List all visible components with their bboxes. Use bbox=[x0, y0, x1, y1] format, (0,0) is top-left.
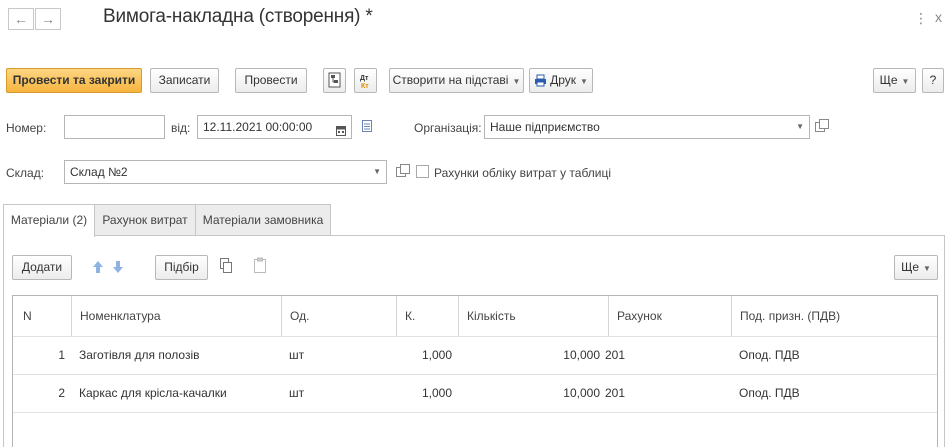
table-row[interactable]: 2 Каркас для крісла-качалки шт 1,000 10,… bbox=[13, 374, 937, 412]
column-header-n[interactable]: N bbox=[13, 296, 71, 336]
materials-table: N Номенклатура Од. К. Кількість Рахунок … bbox=[12, 295, 938, 447]
table-more-button[interactable]: Ще ▼ bbox=[894, 255, 938, 280]
chevron-down-icon: ▼ bbox=[923, 264, 931, 273]
dropdown-arrow-icon[interactable]: ▼ bbox=[796, 116, 804, 138]
organization-field[interactable]: Наше підприємство ▼ bbox=[484, 115, 810, 139]
pick-button[interactable]: Підбір bbox=[155, 255, 208, 280]
table-empty-row bbox=[13, 412, 937, 447]
tab-cost-account[interactable]: Рахунок витрат bbox=[94, 204, 196, 236]
create-based-on-button[interactable]: Створити на підставі ▼ bbox=[389, 68, 524, 93]
warehouse-label: Склад: bbox=[6, 166, 45, 180]
add-button[interactable]: Додати bbox=[12, 255, 72, 280]
dt-kt-icon[interactable]: Дт Кт bbox=[354, 68, 377, 93]
chevron-down-icon: ▼ bbox=[580, 77, 588, 86]
column-header-vat[interactable]: Под. призн. (ПДВ) bbox=[731, 296, 937, 336]
move-down-icon[interactable] bbox=[112, 260, 124, 277]
svg-text:Кт: Кт bbox=[361, 83, 369, 90]
date-label: від: bbox=[171, 121, 191, 135]
document-list-icon[interactable] bbox=[361, 119, 373, 136]
dropdown-arrow-icon[interactable]: ▼ bbox=[373, 161, 381, 183]
paste-icon[interactable] bbox=[253, 257, 267, 277]
post-and-close-button[interactable]: Провести та закрити bbox=[6, 68, 142, 93]
open-icon[interactable] bbox=[396, 164, 410, 177]
arrow-right-icon: → bbox=[41, 11, 55, 27]
chevron-down-icon: ▼ bbox=[901, 77, 910, 86]
close-icon[interactable]: x bbox=[935, 9, 942, 25]
warehouse-field[interactable]: Склад №2 ▼ bbox=[64, 160, 387, 184]
number-label: Номер: bbox=[6, 121, 47, 135]
tab-customer-materials[interactable]: Матеріали замовника bbox=[195, 204, 331, 236]
more-actions-icon[interactable]: ⋮ bbox=[914, 10, 928, 27]
column-header-account[interactable]: Рахунок bbox=[608, 296, 731, 336]
column-header-unit[interactable]: Од. bbox=[281, 296, 396, 336]
column-header-nomenclature[interactable]: Номенклатура bbox=[71, 296, 281, 336]
arrow-left-icon: ← bbox=[14, 11, 28, 27]
tab-materials[interactable]: Матеріали (2) bbox=[3, 204, 95, 237]
svg-text:Дт: Дт bbox=[360, 75, 369, 82]
date-field[interactable]: 12.11.2021 00:00:00 bbox=[197, 115, 352, 139]
more-button[interactable]: Ще ▼ bbox=[873, 68, 916, 93]
organization-label: Організація: bbox=[414, 121, 482, 135]
table-row[interactable]: 1 Заготівля для полозів шт 1,000 10,000 … bbox=[13, 336, 937, 374]
chevron-down-icon: ▼ bbox=[512, 77, 521, 86]
calendar-icon[interactable] bbox=[336, 121, 346, 143]
printer-icon bbox=[534, 72, 547, 95]
save-button[interactable]: Записати bbox=[150, 68, 219, 93]
page-title: Вимога-накладна (створення) * bbox=[103, 6, 373, 27]
forward-button[interactable]: → bbox=[35, 8, 61, 30]
number-field[interactable] bbox=[64, 115, 165, 139]
back-button[interactable]: ← bbox=[8, 8, 34, 30]
structure-icon[interactable] bbox=[323, 68, 346, 93]
post-button[interactable]: Провести bbox=[235, 68, 307, 93]
column-header-coef[interactable]: К. bbox=[396, 296, 458, 336]
cost-accounts-checkbox[interactable] bbox=[416, 165, 429, 178]
move-up-icon[interactable] bbox=[92, 260, 104, 277]
cost-accounts-label[interactable]: Рахунки обліку витрат у таблиці bbox=[434, 166, 611, 180]
column-header-quantity[interactable]: Кількість bbox=[458, 296, 608, 336]
print-button[interactable]: Друк ▼ bbox=[529, 68, 593, 93]
open-icon[interactable] bbox=[815, 119, 829, 132]
help-button[interactable]: ? bbox=[922, 68, 944, 93]
copy-icon[interactable] bbox=[219, 257, 233, 277]
